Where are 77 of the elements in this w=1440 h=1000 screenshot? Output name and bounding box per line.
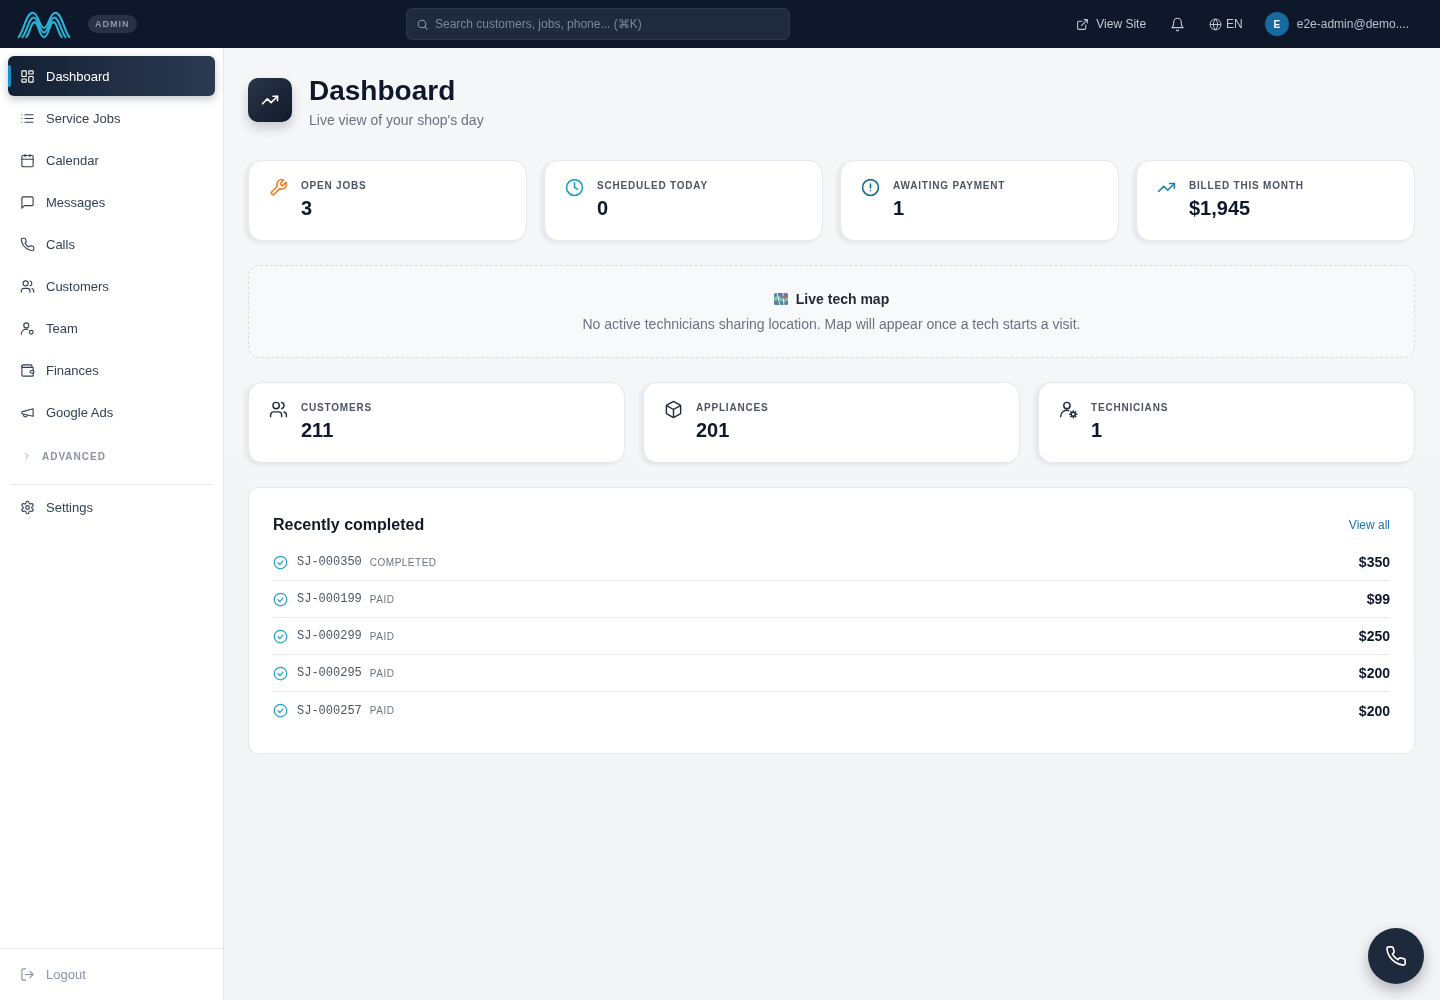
language-button[interactable]: EN xyxy=(1209,17,1243,31)
job-amount: $250 xyxy=(1358,628,1390,644)
stat-label: AWAITING PAYMENT xyxy=(893,180,1006,191)
map-title: Live tech map xyxy=(795,291,890,307)
job-status: PAID xyxy=(369,593,395,605)
stat-label: OPEN JOBS xyxy=(301,180,367,191)
phone-icon xyxy=(20,236,35,252)
people-icon xyxy=(269,400,288,419)
external-link-icon xyxy=(1076,17,1090,31)
nav-item[interactable]: Dashboard xyxy=(8,56,215,96)
nav-item[interactable]: Service Jobs xyxy=(8,98,215,138)
check-circle-icon xyxy=(273,628,288,644)
job-amount: $350 xyxy=(1358,554,1390,570)
phone-icon xyxy=(1385,945,1407,967)
people-icon xyxy=(20,278,35,294)
stat-label: APPLIANCES xyxy=(696,402,769,413)
trend-up-icon xyxy=(248,78,292,122)
stat-value: 0 xyxy=(597,197,610,220)
stat-label: TECHNICIANS xyxy=(1091,402,1169,413)
settings-icon xyxy=(20,499,35,515)
job-number[interactable]: SJ-000350 xyxy=(297,555,362,569)
job-status: PAID xyxy=(369,630,395,642)
box-icon xyxy=(664,400,683,419)
nav-item[interactable]: Customers xyxy=(8,266,215,306)
map-icon xyxy=(773,293,788,305)
stat-value: 211 xyxy=(301,419,335,442)
job-status: PAID xyxy=(369,667,395,679)
user-avatar[interactable]: E xyxy=(1264,12,1289,36)
job-amount: $200 xyxy=(1358,665,1390,681)
map-message: No active technicians sharing location. Map will appear once a tech starts a visit. xyxy=(582,316,1081,332)
stat-label: SCHEDULED TODAY xyxy=(597,180,708,191)
bell-icon[interactable] xyxy=(1170,16,1186,32)
page-title: Dashboard xyxy=(309,75,457,107)
job-number[interactable]: SJ-000295 xyxy=(297,666,362,680)
wave-logo[interactable] xyxy=(16,9,72,39)
chevron-icon xyxy=(22,451,32,461)
wallet-icon xyxy=(20,362,35,378)
job-number[interactable]: SJ-000299 xyxy=(297,629,362,643)
check-circle-icon xyxy=(273,554,288,570)
person-icon xyxy=(20,320,35,336)
nav-item[interactable]: Google Ads xyxy=(8,392,215,432)
stat-label: BILLED THIS MONTH xyxy=(1189,180,1304,191)
page-subtitle: Live view of your shop's day xyxy=(309,112,484,128)
stat-value: 201 xyxy=(696,419,731,442)
job-status: PAID xyxy=(369,705,395,716)
stat-value: $1,945 xyxy=(1189,197,1252,220)
nav-item[interactable]: Messages xyxy=(8,182,215,222)
view-site-link[interactable]: View Site xyxy=(1076,17,1147,31)
nav-item[interactable]: Calls xyxy=(8,224,215,264)
job-amount: $200 xyxy=(1358,702,1390,719)
globe-icon xyxy=(1209,17,1223,31)
check-circle-icon xyxy=(273,591,288,607)
user-email[interactable]: e2e-admin@demo.... xyxy=(1296,17,1409,31)
panel-title: Recently completed xyxy=(273,516,425,534)
person-gear-icon xyxy=(1059,400,1078,419)
nav-item[interactable]: Calendar xyxy=(8,140,215,180)
check-circle-icon xyxy=(273,703,288,718)
job-number[interactable]: SJ-000199 xyxy=(297,592,362,606)
job-amount: $99 xyxy=(1366,591,1390,607)
chat-bubble-icon xyxy=(20,194,35,210)
nav-item[interactable]: Finances xyxy=(8,350,215,390)
job-status: COMPLETED xyxy=(369,556,437,568)
nav-item[interactable]: Team xyxy=(8,308,215,348)
check-circle-icon xyxy=(273,665,288,681)
stat-value: 3 xyxy=(301,197,314,220)
role-badge: ADMIN xyxy=(88,15,137,33)
view-all-link[interactable]: View all xyxy=(1348,518,1390,532)
stat-value: 1 xyxy=(1091,419,1104,442)
calendar-icon xyxy=(20,152,35,168)
stat-value: 1 xyxy=(893,197,906,220)
nav-item[interactable]: Settings xyxy=(8,487,215,527)
stat-label: CUSTOMERS xyxy=(301,402,372,413)
search-icon xyxy=(416,18,429,31)
grid-icon xyxy=(20,68,35,84)
search-field[interactable]: Search customers, jobs, phone... (⌘K) xyxy=(406,8,790,40)
logout-icon xyxy=(20,967,35,982)
job-number[interactable]: SJ-000257 xyxy=(297,703,362,718)
